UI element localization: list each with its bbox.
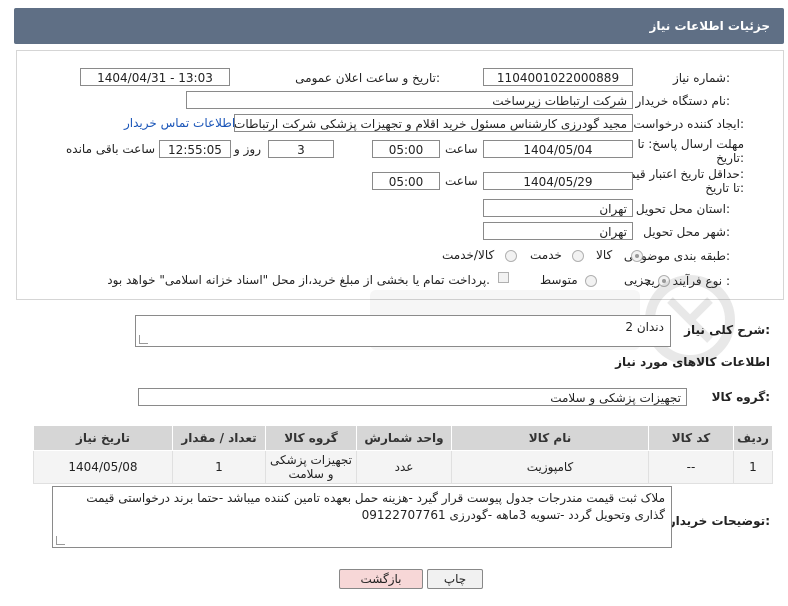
col-name: نام کالا bbox=[451, 425, 649, 451]
reply-deadline-label-line2: تاریخ: bbox=[716, 151, 744, 165]
price-validity-time-label: ساعت bbox=[445, 174, 478, 188]
requester-label: ایجاد کننده درخواست: bbox=[633, 117, 744, 131]
cell-qty: 1 bbox=[172, 450, 266, 484]
resize-grip-icon[interactable] bbox=[139, 335, 148, 344]
col-qty: تعداد / مقدار bbox=[172, 425, 266, 451]
cell-date: 1404/05/08 bbox=[33, 450, 173, 484]
price-validity-label-line1: حداقل تاریخ اعتبار قیمت: bbox=[617, 167, 744, 181]
buyer-notes-field: ملاک ثبت قیمت مندرجات جدول پیوست قرار گی… bbox=[52, 486, 672, 548]
reply-deadline-label-line1: مهلت ارسال پاسخ: تا bbox=[637, 137, 744, 151]
delivery-province-field: تهران bbox=[483, 199, 633, 217]
reply-deadline-date-field: 1404/05/04 bbox=[483, 140, 633, 158]
goods-group-field: تجهیزات پزشکی و سلامت bbox=[138, 388, 687, 406]
remaining-days-label: روز و bbox=[234, 142, 261, 156]
page-header: جزئیات اطلاعات نیاز bbox=[14, 8, 784, 44]
category-radio-goods[interactable] bbox=[631, 250, 643, 262]
delivery-province-label: استان محل تحویل: bbox=[635, 202, 730, 216]
price-validity-label-line2: تا تاریخ: bbox=[705, 181, 744, 195]
announce-datetime-field: 1404/04/31 - 13:03 bbox=[80, 68, 230, 86]
summary-text: دندان 2 bbox=[625, 320, 664, 334]
remaining-time-field: 12:55:05 bbox=[159, 140, 231, 158]
page-title: جزئیات اطلاعات نیاز bbox=[649, 19, 770, 33]
buyer-contact-link[interactable]: اطلاعات تماس خریدار bbox=[124, 116, 235, 130]
items-table: ردیف کد کالا نام کالا واحد شمارش گروه کا… bbox=[33, 425, 773, 484]
category-radio-goods-service[interactable] bbox=[505, 250, 517, 262]
need-number-field: 1104001022000889 bbox=[483, 68, 633, 86]
cell-row: 1 bbox=[733, 450, 773, 484]
category-option-goods-service: کالا/خدمت bbox=[442, 248, 495, 262]
resize-grip-icon[interactable] bbox=[56, 536, 65, 545]
buyer-notes-label: توضیحات خریدار: bbox=[668, 514, 770, 528]
remaining-time-label: ساعت باقی مانده bbox=[66, 142, 156, 156]
print-button[interactable]: چاپ bbox=[427, 569, 483, 589]
buyer-org-field: شرکت ارتباطات زیرساخت bbox=[186, 91, 633, 109]
treasury-payment-note: پرداخت تمام یا بخشی از مبلغ خرید،از محل … bbox=[107, 273, 490, 287]
price-validity-time-field: 05:00 bbox=[372, 172, 440, 190]
cell-unit: عدد bbox=[356, 450, 452, 484]
announce-datetime-label: تاریخ و ساعت اعلان عمومی: bbox=[295, 71, 440, 85]
reply-deadline-time-label: ساعت bbox=[445, 142, 478, 156]
buyer-notes-text: ملاک ثبت قیمت مندرجات جدول پیوست قرار گی… bbox=[86, 491, 665, 522]
process-option-minor: جزیی bbox=[624, 273, 652, 287]
col-row: ردیف bbox=[733, 425, 773, 451]
col-date: تاریخ نیاز bbox=[33, 425, 173, 451]
process-radio-medium[interactable] bbox=[585, 275, 597, 287]
category-radio-service[interactable] bbox=[572, 250, 584, 262]
price-validity-date-field: 1404/05/29 bbox=[483, 172, 633, 190]
col-code: کد کالا bbox=[648, 425, 734, 451]
goods-group-label: گروه کالا: bbox=[711, 390, 770, 404]
category-option-goods: کالا bbox=[596, 248, 613, 262]
summary-label: شرح کلی نیاز: bbox=[684, 323, 770, 337]
requester-field: مجید گودرزی کارشناس مسئول خرید اقلام و ت… bbox=[234, 114, 633, 132]
need-number-label: شماره نیاز: bbox=[672, 71, 730, 85]
table-header-row: ردیف کد کالا نام کالا واحد شمارش گروه کا… bbox=[33, 425, 773, 451]
col-group: گروه کالا bbox=[265, 425, 357, 451]
treasury-payment-checkbox[interactable] bbox=[498, 272, 509, 283]
cell-code: -- bbox=[648, 450, 734, 484]
category-option-service: خدمت bbox=[530, 248, 562, 262]
goods-info-title: اطلاعات کالاهای مورد نیاز bbox=[615, 355, 770, 369]
delivery-city-label: شهر محل تحویل: bbox=[643, 225, 730, 239]
delivery-city-field: تهران bbox=[483, 222, 633, 240]
cell-group: تجهیزات پزشکی و سلامت bbox=[265, 450, 357, 484]
back-button[interactable]: بازگشت bbox=[339, 569, 423, 589]
table-row: 1 -- کامپوزیت عدد تجهیزات پزشکی و سلامت … bbox=[33, 450, 773, 484]
cell-name: کامپوزیت bbox=[451, 450, 649, 484]
process-radio-minor[interactable] bbox=[658, 275, 670, 287]
summary-field: دندان 2 bbox=[135, 315, 671, 347]
reply-deadline-time-field: 05:00 bbox=[372, 140, 440, 158]
process-option-medium: متوسط bbox=[540, 273, 578, 287]
buyer-org-label: نام دستگاه خریدار: bbox=[635, 94, 731, 108]
col-unit: واحد شمارش bbox=[356, 425, 452, 451]
remaining-days-field: 3 bbox=[268, 140, 334, 158]
